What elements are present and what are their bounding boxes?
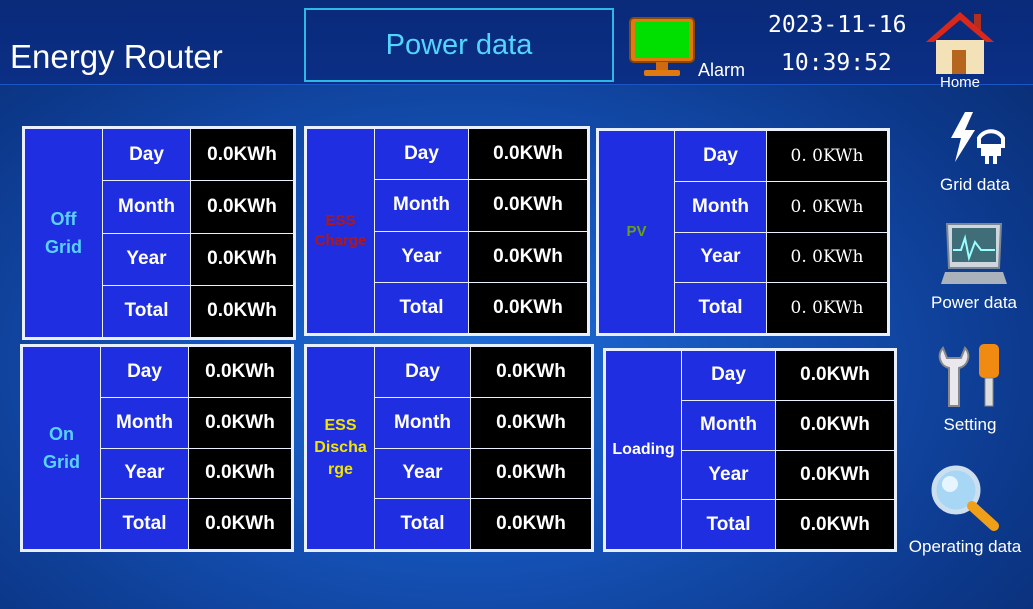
row-label-month: Month [674,180,767,233]
row-label-day: Day [681,350,776,401]
row-label-day: Day [102,127,191,182]
panel-title: ESS Charge [306,128,375,334]
row-label-year: Year [374,447,471,500]
value-day: 0. 0KWh [766,130,888,182]
alarm-monitor-icon[interactable] [628,16,696,78]
row-label-month: Month [374,396,471,449]
panel-title: ESS Discha rge [306,346,375,550]
date-display: 2023-11-16 [768,12,907,38]
value-year: 0. 0KWh [766,231,888,284]
row-label-day: Day [374,127,469,181]
app-title: Energy Router [10,38,223,75]
row-label-day: Day [100,346,189,398]
panel-off-grid: Off Grid Day 0.0KWh Month 0.0KWh Year 0.0KW… [22,126,296,340]
value-year: 0.0KWh [470,447,592,500]
row-label-year: Year [102,232,191,286]
value-month: 0.0KWh [775,399,895,451]
value-year: 0.0KWh [190,232,294,286]
nav-home-button[interactable]: Home [920,8,1000,91]
nav-setting-label: Setting [943,415,997,434]
nav-power-data-button[interactable]: Power data [918,218,1030,313]
row-label-total: Total [374,281,469,335]
value-total: 0. 0KWh [766,282,888,334]
row-label-total: Total [102,284,191,339]
panel-title: On Grid [22,346,101,550]
row-label-year: Year [374,230,469,283]
value-total: 0.0KWh [775,499,895,550]
panel-loading: Loading Day 0.0KWh Month 0.0KWh Year 0.0KW… [603,348,897,552]
value-total: 0.0KWh [468,281,588,335]
value-year: 0.0KWh [775,449,895,501]
alarm-label: Alarm [698,60,746,80]
value-month: 0.0KWh [190,180,294,234]
nav-home-label: Home [939,74,980,91]
row-label-day: Day [374,346,471,398]
value-month: 0. 0KWh [766,180,888,233]
value-day: 0.0KWh [775,350,895,401]
panel-title: Off Grid [24,128,103,338]
time-display: 10:39:52 [781,50,892,76]
row-label-total: Total [374,498,471,550]
panel-on-grid: On Grid Day 0.0KWh Month 0.0KWh Year 0.0KWh… [20,344,294,552]
panel-title: Loading [605,350,682,550]
row-label-total: Total [100,498,189,550]
nav-grid-data-button[interactable]: Grid data [925,108,1025,195]
value-day: 0.0KWh [190,127,294,182]
nav-power-data-label: Power data [931,293,1017,312]
page-title: Power data [385,28,533,61]
value-day: 0.0KWh [468,127,588,181]
value-year: 0.0KWh [188,447,292,500]
row-label-month: Month [374,179,469,232]
panel-pv: PV Day 0. 0KWh Month 0. 0KWh Year 0. 0KWh … [596,128,890,336]
value-total: 0.0KWh [470,498,592,550]
row-label-month: Month [100,396,189,449]
value-month: 0.0KWh [468,179,588,232]
panel-ess-charge: ESS Charge Day 0.0KWh Month 0.0KWh Year 0.0… [304,126,590,336]
plug-lightning-icon [951,112,1005,164]
value-total: 0.0KWh [188,498,292,550]
row-label-year: Year [674,231,767,284]
row-label-day: Day [674,130,767,182]
page-title-box: Power data [304,8,614,82]
row-label-year: Year [100,447,189,500]
value-month: 0.0KWh [188,396,292,449]
value-day: 0.0KWh [470,346,592,398]
house-icon [926,12,994,74]
row-label-year: Year [681,449,776,501]
nav-operating-data-button[interactable]: Operating data [900,462,1030,557]
nav-setting-button[interactable]: Setting [930,340,1010,435]
wrench-screwdriver-icon [938,344,999,407]
value-day: 0.0KWh [188,346,292,398]
panel-title: PV [598,130,675,334]
row-label-month: Month [102,180,191,234]
row-label-total: Total [674,282,767,334]
nav-grid-data-label: Grid data [940,175,1010,194]
nav-operating-data-label: Operating data [908,537,1022,556]
row-label-total: Total [681,499,776,550]
monitor-chart-icon [941,223,1007,284]
value-month: 0.0KWh [470,396,592,449]
value-year: 0.0KWh [468,230,588,283]
row-label-month: Month [681,399,776,451]
header-bar: Energy Router Power data Alarm 2023-11-1… [0,0,1033,85]
value-total: 0.0KWh [190,284,294,339]
panel-ess-discharge: ESS Discha rge Day 0.0KWh Month 0.0KWh Year… [304,344,594,552]
magnifier-icon [931,465,999,531]
